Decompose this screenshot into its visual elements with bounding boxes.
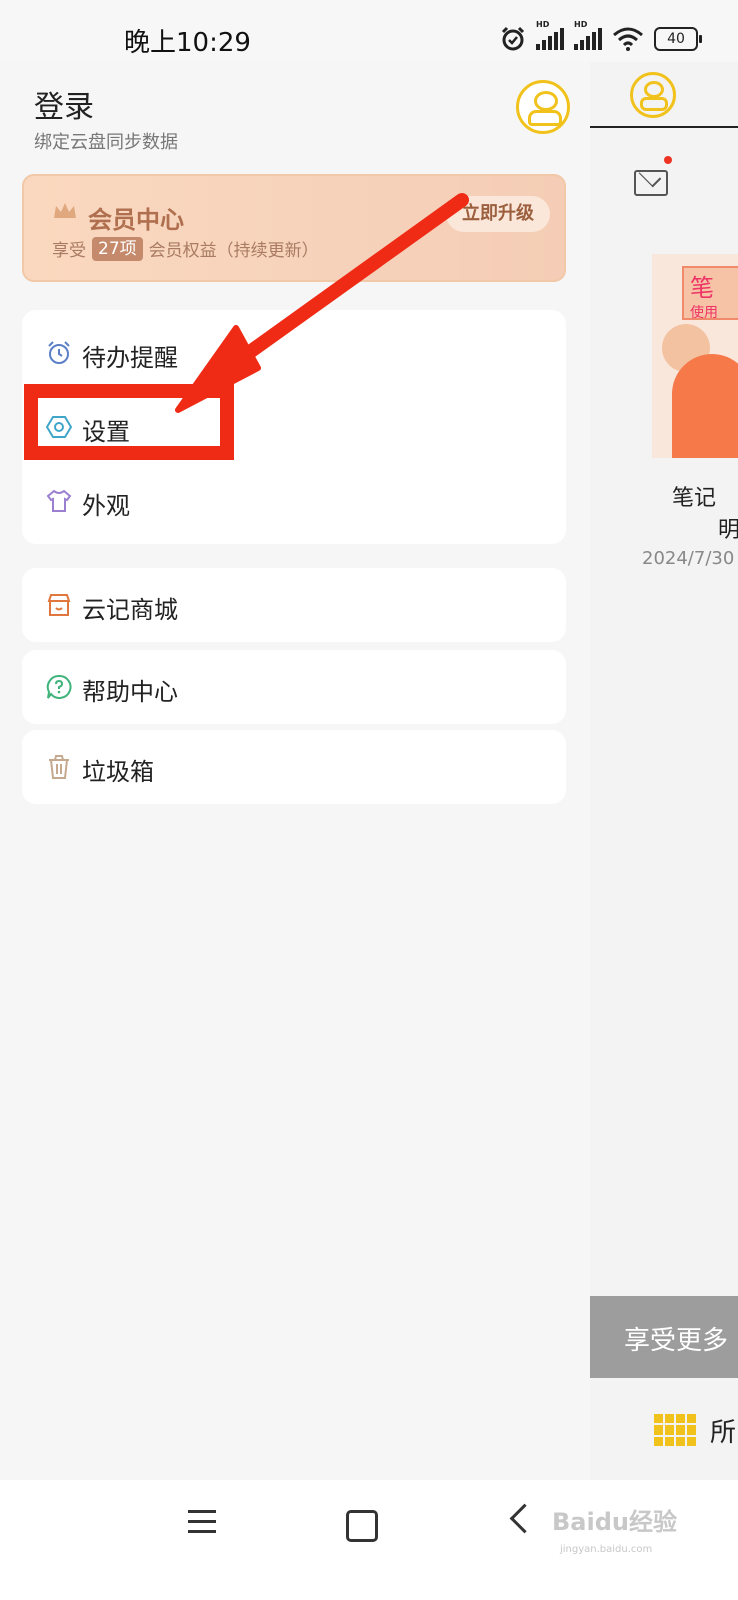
avatar-body-shape <box>640 97 668 111</box>
home-icon[interactable] <box>346 1510 378 1542</box>
recent-apps-icon[interactable] <box>188 1510 216 1534</box>
mail-icon[interactable] <box>634 170 668 196</box>
promo-banner[interactable]: 享受更多 <box>590 1296 738 1378</box>
thumbnail-figure-shape <box>672 354 738 458</box>
thumbnail-text: 笔 <box>690 274 714 302</box>
baidu-watermark: Baidu经验 <box>552 1508 677 1536</box>
promo-text: 享受更多 <box>624 1326 729 1356</box>
avatar-head-shape <box>644 81 664 98</box>
grid-icon[interactable] <box>654 1414 696 1446</box>
bottom-label[interactable]: 所 <box>710 1412 736 1449</box>
note-date: 2024/7/30 <box>642 548 735 569</box>
note-title[interactable]: 笔记 <box>672 480 716 512</box>
baidu-watermark-url: jingyan.baidu.com <box>560 1544 653 1555</box>
thumbnail-text-2: 使用 <box>690 305 718 321</box>
note-thumbnail[interactable]: 笔 使用 <box>652 254 738 458</box>
notification-dot <box>664 156 672 164</box>
tab-underline <box>590 126 738 128</box>
note-title-line2: 明 <box>718 518 738 543</box>
system-nav-bar: Baidu经验 jingyan.baidu.com <box>0 1480 738 1600</box>
back-icon[interactable] <box>509 1503 540 1534</box>
main-content-peek: 笔 使用 笔记 明 2024/7/30 享受更多 所 <box>590 62 738 1480</box>
avatar-secondary[interactable] <box>630 72 676 118</box>
